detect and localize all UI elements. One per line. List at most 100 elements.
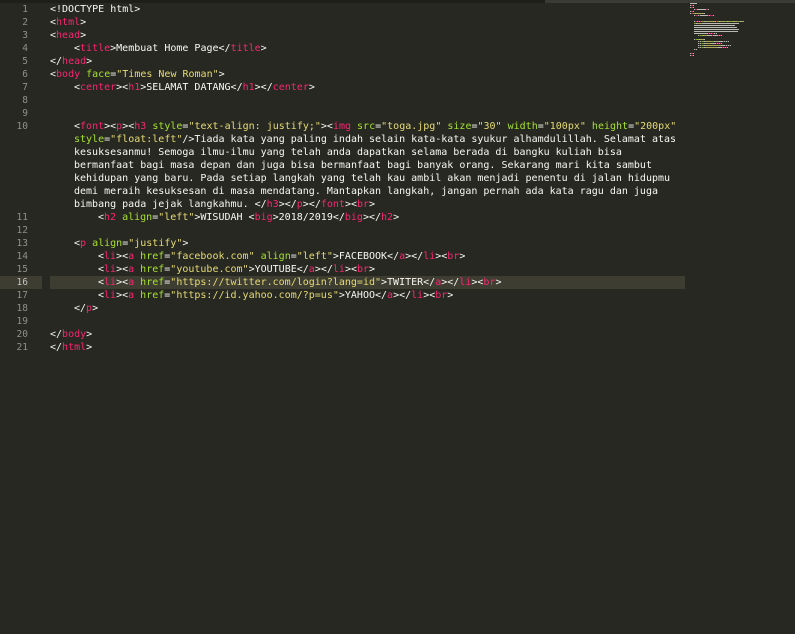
line-number (0, 172, 42, 185)
code-line[interactable]: </body> (50, 328, 685, 341)
code-token: li (104, 251, 117, 262)
code-token: >2018/2019</ (272, 212, 345, 223)
minimap-token (730, 45, 731, 46)
code-token: font (80, 121, 105, 132)
minimap-token (693, 55, 694, 56)
line-number: 3 (22, 30, 28, 41)
line-number: 13 (16, 238, 28, 249)
code-token: center (272, 82, 309, 93)
code-line[interactable] (50, 315, 685, 328)
code-token: </ (50, 329, 63, 340)
code-line[interactable]: </html> (50, 341, 685, 354)
minimap-token (705, 45, 721, 46)
code-token: head (62, 56, 87, 67)
code-token: height (585, 121, 629, 132)
code-token: h1 (242, 82, 255, 93)
code-line[interactable]: <li><a href="https://id.yahoo.com/?p=us"… (50, 289, 685, 302)
code-token: > (86, 56, 93, 67)
code-line[interactable]: <head> (50, 29, 685, 42)
code-token: ></ (254, 82, 273, 93)
code-editor[interactable]: 1 2 3 4 5 6 7 8 9 10 11 12 13 14 15 16 17 18 19 20 21 <!DOCT… (0, 0, 795, 634)
minimap-token (702, 23, 739, 24)
minimap-token (694, 27, 737, 28)
code-line[interactable]: kehidupan yang baru. Pada setiap langkah… (50, 172, 685, 185)
code-line[interactable] (50, 94, 685, 107)
code-token: >< (435, 251, 448, 262)
code-line[interactable]: <html> (50, 16, 685, 29)
minimap-token (693, 5, 694, 6)
code-line[interactable]: <li><a href="youtube.com">YOUTUBE</a></l… (50, 263, 685, 276)
minimap-token (696, 49, 697, 50)
code-token: img (332, 121, 352, 132)
code-token: >< (320, 121, 333, 132)
code-token: br (435, 290, 448, 301)
code-token: >< (122, 121, 135, 132)
code-token: >< (471, 277, 484, 288)
minimap-token (694, 25, 735, 26)
code-token: > (86, 329, 93, 340)
minimap-token (721, 35, 722, 36)
code-line[interactable]: </p> (50, 302, 685, 315)
code-line[interactable]: <p align="justify"> (50, 237, 685, 250)
code-token: >< (344, 264, 357, 275)
code-token: bermanfaat bagi masa depan dan juga bisa… (74, 160, 652, 171)
code-line[interactable]: <li><a href="facebook.com" align="left">… (50, 250, 685, 263)
code-token: > (459, 251, 466, 262)
minimap-token (704, 13, 705, 14)
code-token: >< (116, 264, 129, 275)
code-token: >SELAMAT DATANG</ (140, 82, 243, 93)
minimap-token (690, 3, 697, 4)
code-token: > (92, 303, 99, 314)
code-token: >WISUDAH < (194, 212, 255, 223)
code-token: html (62, 342, 87, 353)
code-line[interactable]: bermanfaat bagi masa depan dan juga bisa… (50, 159, 685, 172)
code-token: >Membuat Home Page</ (110, 43, 231, 54)
minimap-token (693, 53, 694, 54)
minimap-token (708, 9, 709, 10)
code-line[interactable]: bimbang pada jejak langkahmu. </h3></p><… (50, 198, 685, 211)
code-token: </ (74, 303, 87, 314)
code-token: face (80, 69, 111, 80)
code-line[interactable]: <font><p><h3 style="text-align: justify;… (50, 120, 685, 133)
minimap-token (713, 15, 714, 16)
code-token: ></ (393, 290, 412, 301)
code-line[interactable]: style="float:left"/>Tiada kata yang pali… (50, 133, 685, 146)
minimap[interactable] (690, 3, 790, 63)
code-token: li (459, 277, 472, 288)
code-token: br (483, 277, 496, 288)
code-token: ></ (405, 251, 424, 262)
code-line[interactable]: <title>Membuat Home Page</title> (50, 42, 685, 55)
code-token: br (447, 251, 460, 262)
code-token: kesuksesanmu! Semoga ilmu-ilmu yang tela… (74, 147, 622, 158)
code-line[interactable]: demi meraih kesuksesan di masa mendatang… (50, 185, 685, 198)
line-number (0, 198, 42, 211)
code-token: br (357, 199, 370, 210)
code-token: h1 (128, 82, 141, 93)
code-line[interactable]: </head> (50, 55, 685, 68)
code-token: "left" (296, 251, 333, 262)
code-token: src (351, 121, 376, 132)
code-line[interactable]: <body face="Times New Roman"> (50, 68, 685, 81)
line-number: 19 (16, 316, 28, 327)
minimap-token (694, 33, 708, 34)
code-token: > (495, 277, 502, 288)
code-token: >FACEBOOK</ (332, 251, 400, 262)
code-line[interactable]: <li><a href="https://twitter.com/login?l… (50, 276, 685, 289)
code-token: href (134, 264, 165, 275)
code-token: > (447, 290, 454, 301)
line-number: 10 (16, 121, 28, 132)
code-line[interactable]: <center><h1>SELAMAT DATANG</h1></center> (50, 81, 685, 94)
code-token: />Tiada kata yang paling indah selain ka… (182, 134, 677, 145)
code-line[interactable]: kesuksesanmu! Semoga ilmu-ilmu yang tela… (50, 146, 685, 159)
code-line[interactable]: <!DOCTYPE html> (50, 3, 685, 16)
code-line[interactable]: <h2 align="left">WISUDAH <big>2018/2019<… (50, 211, 685, 224)
code-token: li (104, 277, 117, 288)
minimap-token (697, 9, 706, 10)
code-line[interactable] (50, 224, 685, 237)
code-token: bimbang pada jejak langkahmu. </ (74, 199, 267, 210)
code-area[interactable]: <!DOCTYPE html> <html> <head> <title>Membua… (50, 3, 685, 634)
code-token: h2 (104, 212, 117, 223)
code-token: > (369, 199, 376, 210)
code-line[interactable] (50, 107, 685, 120)
code-token: > (80, 30, 87, 41)
